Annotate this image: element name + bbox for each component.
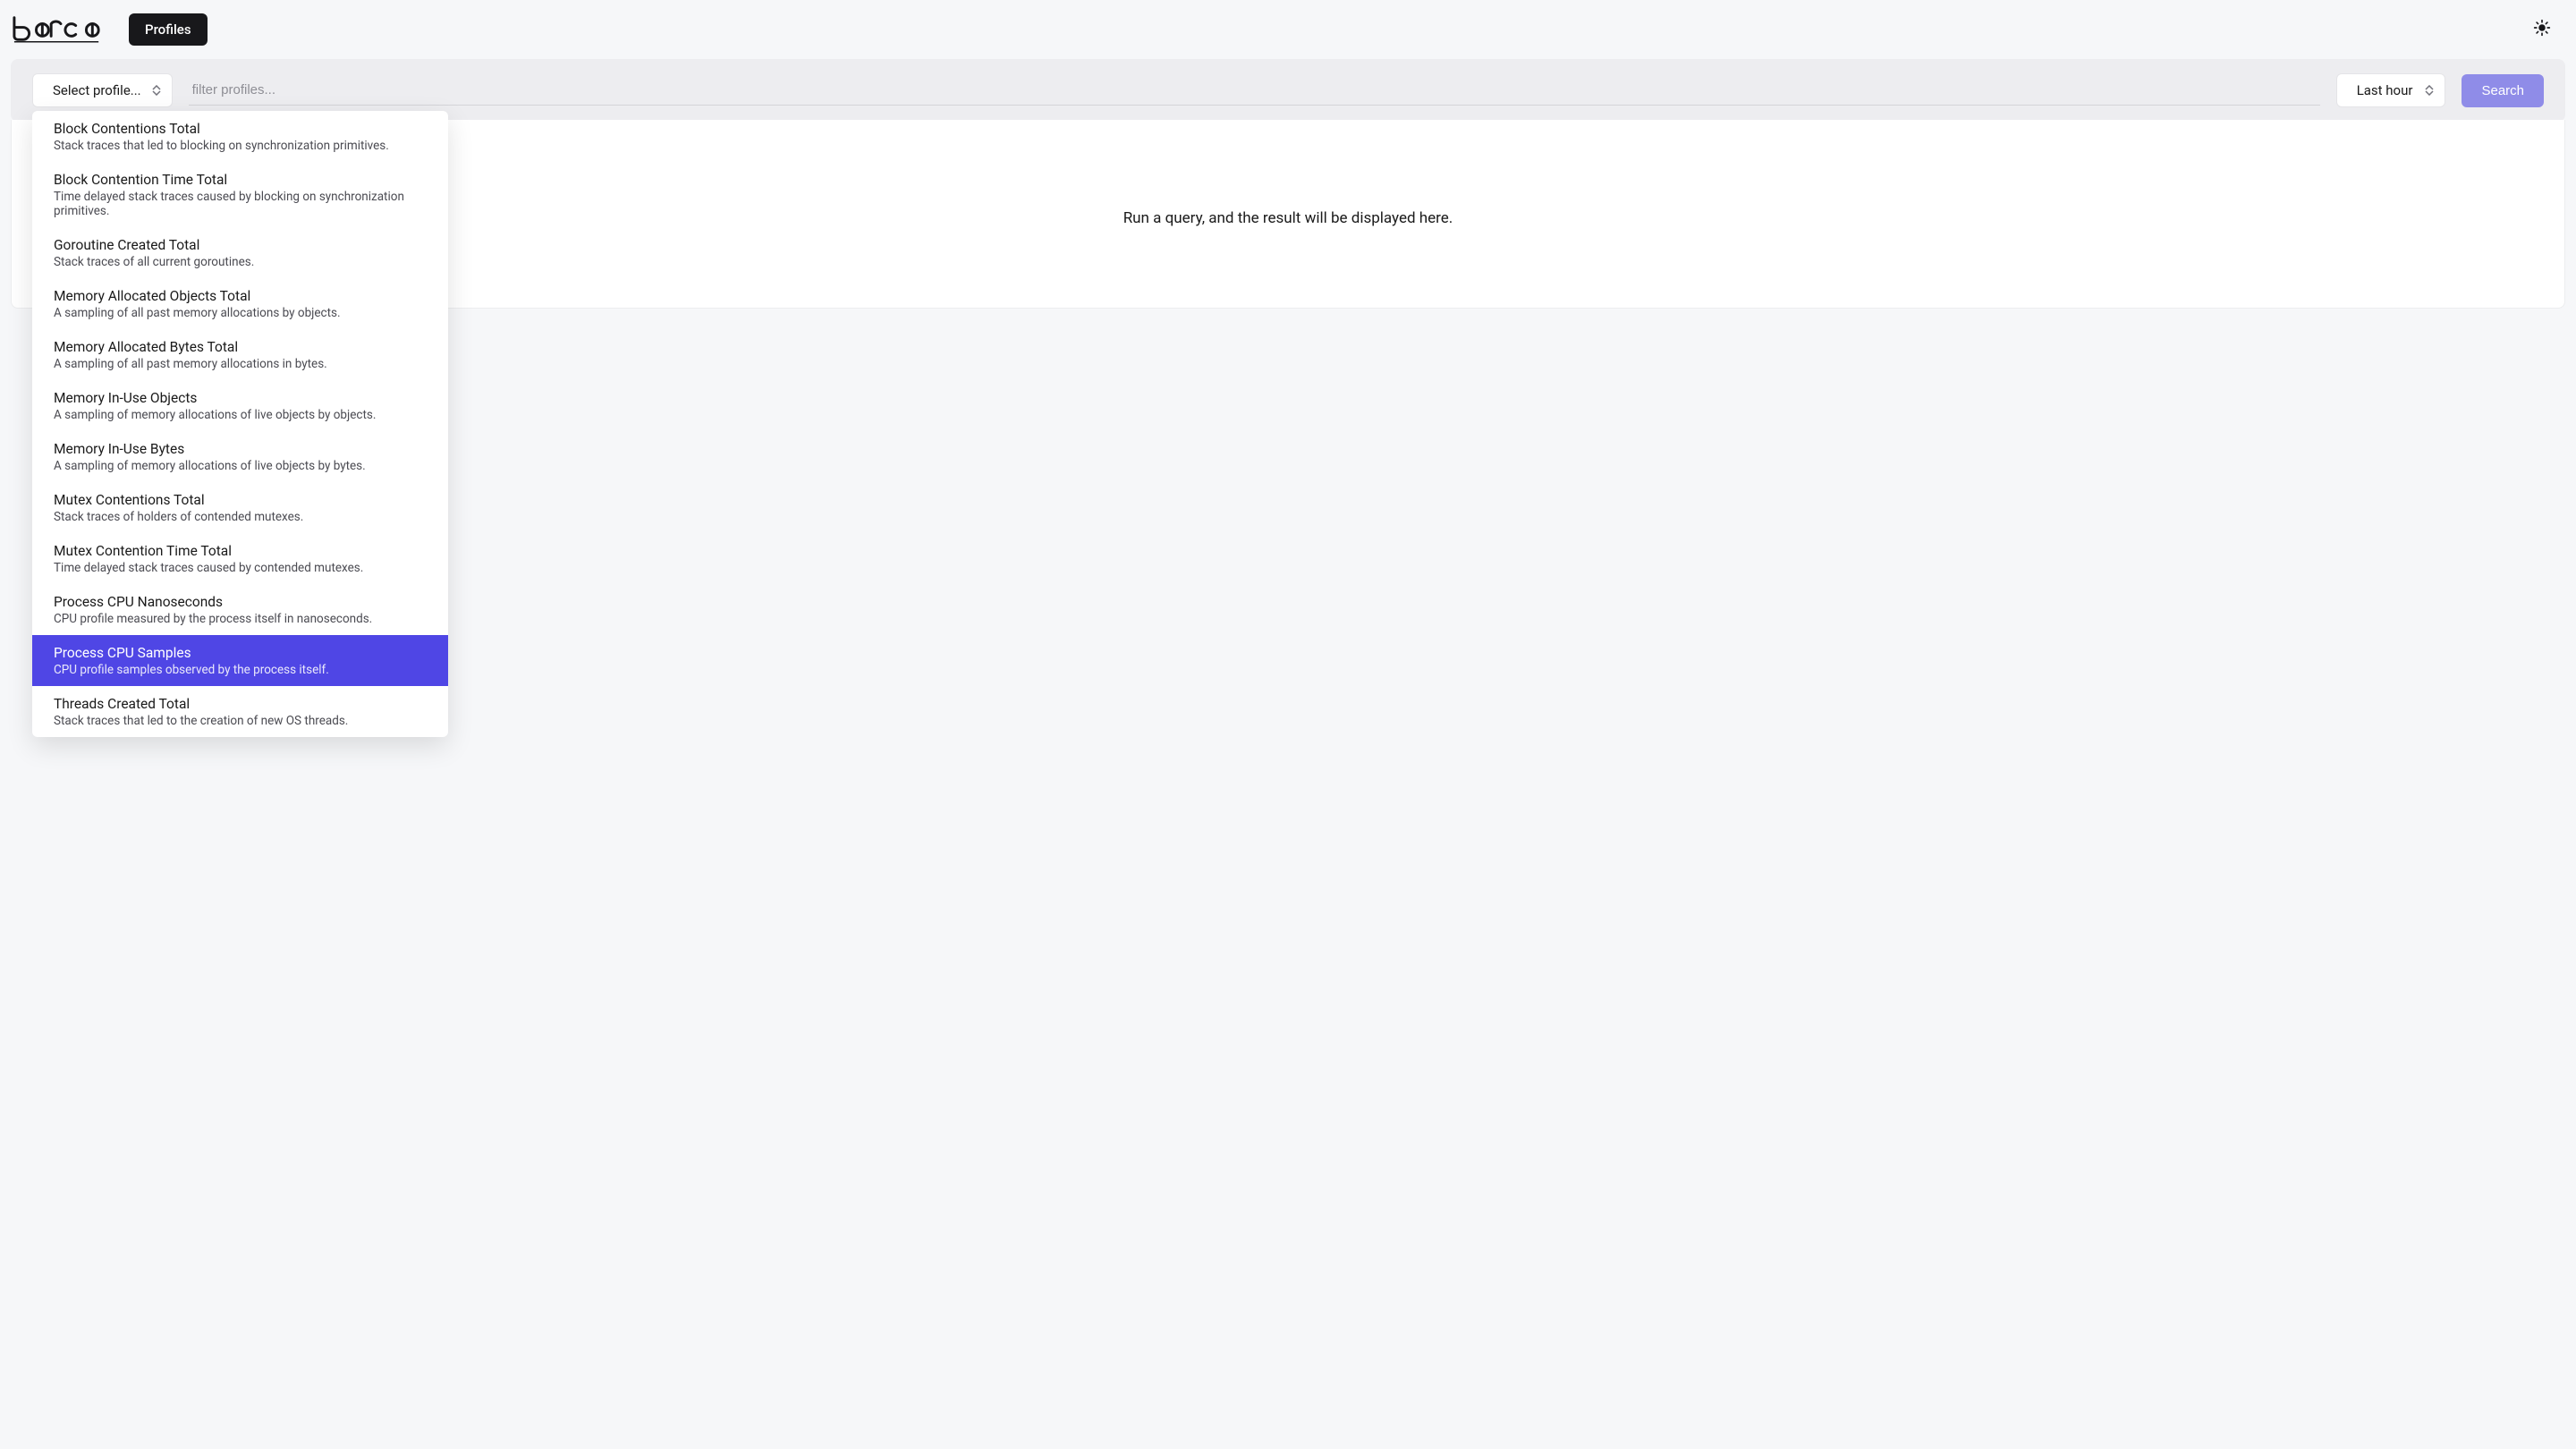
time-range-select[interactable]: Last hour [2336,73,2446,107]
profile-option-title: Block Contention Time Total [54,172,427,188]
nav-tab-profiles[interactable]: Profiles [129,13,208,46]
profile-option-title: Memory In-Use Objects [54,390,427,406]
profile-option[interactable]: Block Contention Time Total Time delayed … [32,162,448,227]
profile-option-desc: Time delayed stack traces caused by bloc… [54,190,427,218]
theme-toggle[interactable] [2529,17,2555,42]
profile-option[interactable]: Memory In-Use Bytes A sampling of memory … [32,431,448,482]
profile-option-desc: CPU profile samples observed by the proc… [54,663,427,677]
time-range-label: Last hour [2357,82,2413,98]
select-profile-label: Select profile... [53,82,141,98]
profile-option-title: Mutex Contention Time Total [54,543,427,559]
profile-option-desc: Stack traces that led to the creation of… [54,714,427,728]
profile-option-desc: CPU profile measured by the process itse… [54,612,427,626]
sun-icon [2533,19,2551,40]
profile-option[interactable]: Threads Created Total Stack traces that l… [32,686,448,737]
chevron-updown-icon [2425,85,2434,96]
profile-option[interactable]: Block Contentions Total Stack traces that… [32,111,448,162]
select-profile-dropdown[interactable]: Select profile... [32,73,173,107]
profile-option-title: Memory Allocated Objects Total [54,288,427,304]
profile-option-title: Mutex Contentions Total [54,492,427,508]
search-button[interactable]: Search [2462,74,2544,107]
profile-option-title: Memory Allocated Bytes Total [54,339,427,355]
topbar: Profiles [0,0,2576,59]
profile-option[interactable]: Goroutine Created Total Stack traces of a… [32,227,448,278]
filter-profiles-input[interactable] [189,75,2320,106]
profile-option[interactable]: Mutex Contentions Total Stack traces of h… [32,482,448,533]
profile-option-desc: A sampling of memory allocations of live… [54,408,427,422]
profile-option-title: Process CPU Samples [54,645,427,661]
profile-option[interactable]: Memory In-Use Objects A sampling of memor… [32,380,448,431]
profile-option-desc: Stack traces that led to blocking on syn… [54,139,427,153]
profile-option-title: Process CPU Nanoseconds [54,594,427,610]
profile-option-desc: A sampling of memory allocations of live… [54,459,427,473]
profile-option-title: Block Contentions Total [54,121,427,137]
profile-option-desc: Stack traces of holders of contended mut… [54,510,427,524]
profile-option-desc: A sampling of all past memory allocation… [54,357,427,371]
profile-option[interactable]: Process CPU Nanoseconds CPU profile measu… [32,584,448,635]
profile-type-dropdown: Block Contentions Total Stack traces that… [32,111,448,737]
profile-option-desc: Stack traces of all current goroutines. [54,255,427,269]
logo[interactable] [11,13,107,47]
profile-option-desc: A sampling of all past memory allocation… [54,306,427,320]
profile-option[interactable]: Mutex Contention Time Total Time delayed … [32,533,448,584]
profile-option-title: Memory In-Use Bytes [54,441,427,457]
profile-option[interactable]: Memory Allocated Bytes Total A sampling o… [32,329,448,380]
chevron-updown-icon [152,85,161,96]
profile-option[interactable]: Memory Allocated Objects Total A sampling… [32,278,448,329]
profile-option-title: Threads Created Total [54,696,427,712]
profile-option-title: Goroutine Created Total [54,237,427,253]
profile-option[interactable]: Process CPU Samples CPU profile samples o… [32,635,448,686]
profile-option-desc: Time delayed stack traces caused by cont… [54,561,427,575]
empty-state-message: Run a query, and the result will be disp… [1123,209,1453,227]
